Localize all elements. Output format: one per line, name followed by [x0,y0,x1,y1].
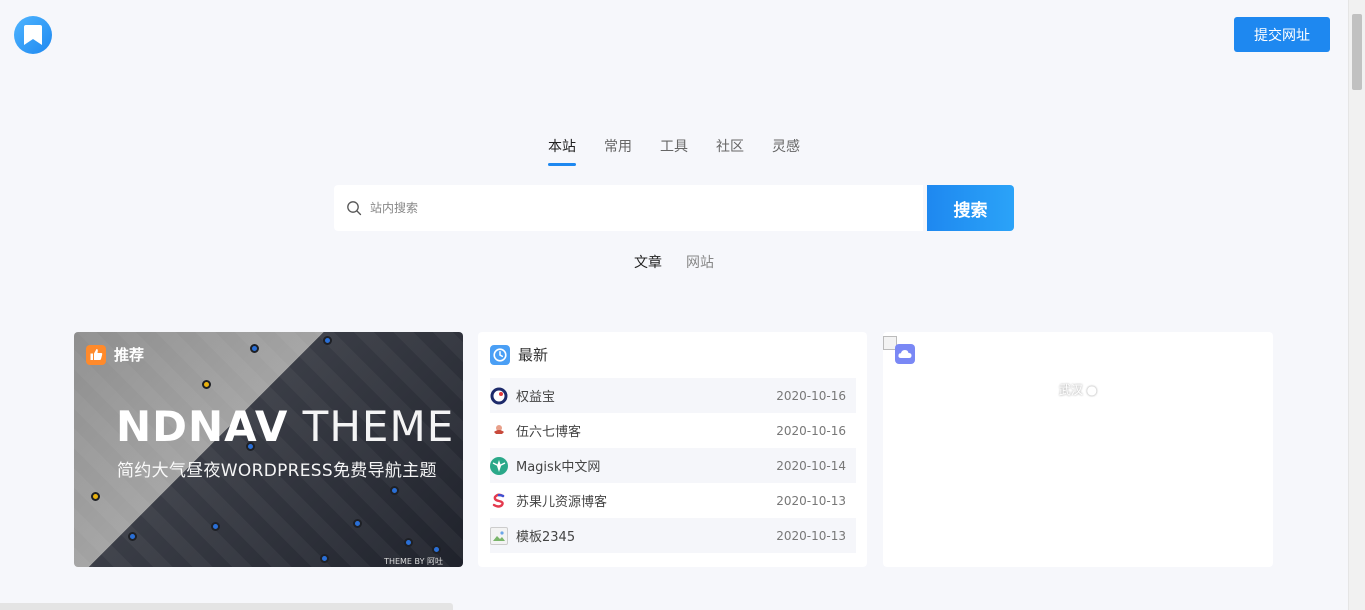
scrollbar-thumb[interactable] [1352,14,1362,90]
weather-location: 武汉 ● [1058,383,1098,397]
list-item[interactable]: 权益宝 2020-10-16 [490,378,856,413]
latest-list: 权益宝 2020-10-16 伍六七博客 2020-10-16 Magisk中文… [490,378,856,553]
tab-community[interactable]: 社区 [702,136,758,166]
tab-websites[interactable]: 网站 [686,252,714,272]
clock-icon [490,344,510,365]
site-date: 2020-10-13 [776,493,846,508]
search-category-tabs: 本站 常用 工具 社区 灵感 [0,136,1348,166]
page-scrollbar[interactable] [1348,0,1365,610]
location-pin-icon: ● [1086,383,1098,397]
site-date: 2020-10-14 [776,458,846,473]
search-type-tabs: 文章 网站 [0,252,1348,272]
tab-inspiration[interactable]: 灵感 [758,136,814,166]
banner-dot [432,545,441,554]
quanyibao-logo-icon [490,386,508,405]
bottom-toast-strip [0,603,453,610]
banner-dot [390,486,399,495]
submit-url-button[interactable]: 提交网址 [1234,17,1330,52]
cloud-icon [895,344,915,364]
site-date: 2020-10-13 [776,528,846,543]
bookmark-icon [24,25,42,45]
tab-common[interactable]: 常用 [590,136,646,166]
tab-tools[interactable]: 工具 [646,136,702,166]
list-item[interactable]: Magisk中文网 2020-10-14 [490,448,856,483]
banner-dot [353,519,362,528]
site-name: Magisk中文网 [516,460,601,475]
banner-title: NDNAV THEME [116,402,455,451]
magisk-logo-icon [490,456,508,475]
banner-dot [404,538,413,547]
list-item[interactable]: 模板2345 2020-10-13 [490,518,856,553]
recommend-header: 推荐 [86,344,144,365]
list-item[interactable]: 伍六七博客 2020-10-16 [490,413,856,448]
search-box [334,185,923,231]
list-item[interactable]: 苏果儿资源博客 2020-10-13 [490,483,856,518]
recommend-title: 推荐 [114,346,145,364]
thumbs-up-icon [86,344,106,365]
site-date: 2020-10-16 [776,388,846,403]
tab-this-site[interactable]: 本站 [534,136,590,166]
banner-subtitle: 简约大气昼夜WORDPRESS免费导航主题 [117,461,437,481]
broken-image-icon [490,526,508,545]
site-name: 伍六七博客 [516,425,582,440]
site-name: 苏果儿资源博客 [516,495,608,510]
avatar-icon [490,421,508,440]
weather-card: 武汉 ● [883,332,1273,567]
banner-credit: THEME BY 阿吐 [384,557,443,566]
site-date: 2020-10-16 [776,423,846,438]
site-name: 权益宝 [516,390,556,405]
search-button[interactable]: 搜索 [927,185,1014,231]
banner-dot [91,492,100,501]
site-name: 模板2345 [516,530,576,545]
search-input[interactable] [370,201,870,215]
tab-articles[interactable]: 文章 [634,252,662,272]
recommend-card[interactable]: 推荐 NDNAV THEME 简约大气昼夜WORDPRESS免费导航主题 THE… [74,332,463,567]
banner-dot [323,336,332,345]
banner-dot [250,344,259,353]
latest-header: 最新 [490,344,548,365]
site-logo[interactable] [14,16,52,54]
search-icon [347,201,362,216]
latest-title: 最新 [518,346,549,364]
banner-dot [320,554,329,563]
banner-dot [128,532,137,541]
s-logo-icon [490,491,508,510]
banner-dot [202,380,211,389]
banner-dot [211,522,220,531]
latest-card: 最新 权益宝 2020-10-16 伍六七博客 2020-10-16 Magis… [478,332,867,567]
